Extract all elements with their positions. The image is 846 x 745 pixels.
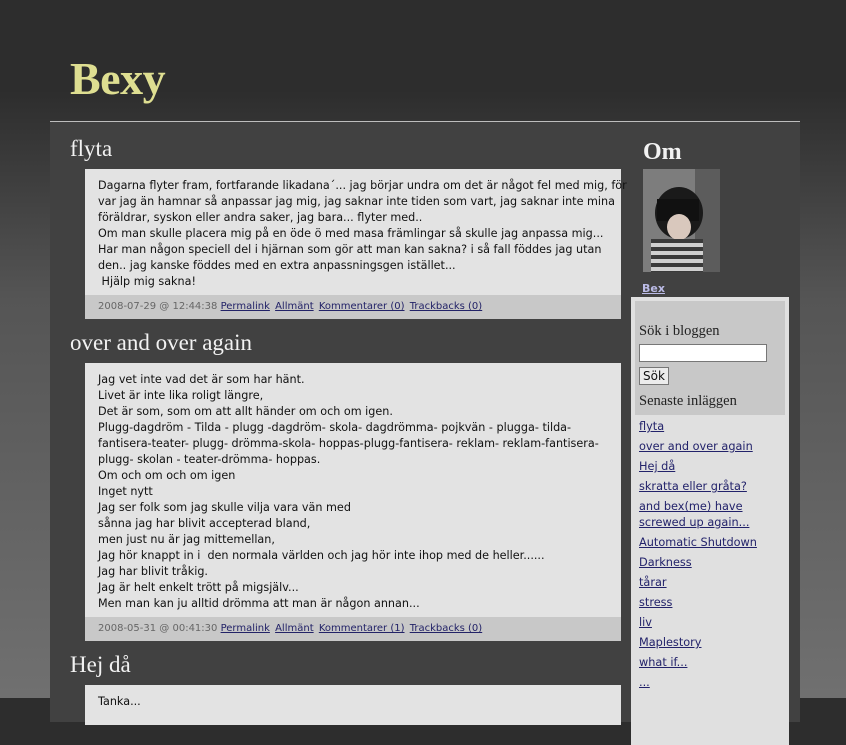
- trackbacks-link[interactable]: Trackbacks (0): [410, 301, 483, 312]
- post-body: Tanka...: [85, 685, 621, 715]
- recent-post-link[interactable]: Maplestory: [639, 636, 702, 649]
- trackbacks-link[interactable]: Trackbacks (0): [410, 623, 483, 634]
- recent-post-link[interactable]: Darkness: [639, 556, 692, 569]
- author-avatar: [643, 169, 720, 272]
- list-item: tårar: [639, 575, 781, 591]
- post-line: Jag har blivit tråkig.: [98, 565, 208, 578]
- post-meta: 2008-07-29 @ 12:44:38 Permalink Allmänt …: [85, 295, 621, 319]
- post-entry: Dagarna flyter fram, fortfarande likadan…: [85, 169, 627, 319]
- post-line: den.. jag kanske föddes med en extra anp…: [98, 259, 456, 272]
- post-line: men just nu är jag mittemellan,: [98, 533, 275, 546]
- category-link[interactable]: Allmänt: [275, 623, 314, 634]
- post-title[interactable]: flyta: [70, 136, 112, 162]
- recent-post-link[interactable]: flyta: [639, 420, 664, 433]
- recent-post-link[interactable]: stress: [639, 596, 672, 609]
- recent-post-link[interactable]: Hej då: [639, 460, 675, 473]
- comments-link[interactable]: Kommentarer (0): [319, 301, 405, 312]
- permalink-link[interactable]: Permalink: [221, 623, 270, 634]
- post-line: Har man någon speciell del i hjärnan som…: [98, 243, 602, 256]
- post-meta: 2008-05-31 @ 00:41:30 Permalink Allmänt …: [85, 617, 621, 641]
- post-line: Jag ser folk som jag skulle vilja vara v…: [98, 501, 351, 514]
- recent-posts-label: Senaste inläggen: [639, 393, 737, 409]
- post-title[interactable]: over and over again: [70, 330, 252, 356]
- recent-post-link[interactable]: Automatic Shutdown: [639, 536, 757, 549]
- post-line: plugg- skolan - teater-drömma- hoppas.: [98, 453, 321, 466]
- recent-post-link[interactable]: over and over again: [639, 440, 753, 453]
- list-item: liv: [639, 615, 781, 631]
- recent-post-link[interactable]: and bex(me) have screwed up again...: [639, 500, 749, 529]
- recent-post-link[interactable]: skratta eller gråta?: [639, 480, 747, 493]
- post-date: 2008-07-29 @ 12:44:38: [98, 301, 218, 312]
- list-item: over and over again: [639, 439, 781, 455]
- list-item: ...: [639, 675, 781, 691]
- recent-post-link[interactable]: ...: [639, 676, 650, 689]
- post-line: Livet är inte lika roligt längre,: [98, 389, 264, 402]
- post-body: Jag vet inte vad det är som har hänt. Li…: [85, 363, 621, 617]
- permalink-link[interactable]: Permalink: [221, 301, 270, 312]
- recent-post-link[interactable]: liv: [639, 616, 652, 629]
- comments-link[interactable]: Kommentarer (1): [319, 623, 405, 634]
- post-line: Dagarna flyter fram, fortfarande likadan…: [98, 179, 627, 192]
- list-item: Darkness: [639, 555, 781, 571]
- post-entry: Tanka...: [85, 685, 621, 725]
- post-line: sånna jag har blivit accepterad bland,: [98, 517, 311, 530]
- list-item: what if...: [639, 655, 781, 671]
- post-line: Jag är helt enkelt trött på migsjälv...: [98, 581, 299, 594]
- post-line: Jag hör knappt in i den normala världen …: [98, 549, 545, 562]
- recent-post-link[interactable]: tårar: [639, 576, 667, 589]
- list-item: and bex(me) have screwed up again...: [639, 499, 781, 531]
- category-link[interactable]: Allmänt: [275, 301, 314, 312]
- post-line: Plugg-dagdröm - Tilda - plugg -dagdröm- …: [98, 421, 572, 434]
- post-title[interactable]: Hej då: [70, 652, 131, 678]
- about-heading: Om: [643, 139, 682, 165]
- search-label: Sök i bloggen: [639, 323, 720, 339]
- sidebar-panel: Sök i bloggen Sök Senaste inläggen flyta…: [631, 297, 789, 745]
- list-item: Hej då: [639, 459, 781, 475]
- site-title[interactable]: Bexy: [70, 52, 166, 105]
- search-button[interactable]: Sök: [639, 367, 669, 385]
- recent-post-link[interactable]: what if...: [639, 656, 687, 669]
- recent-posts-list: flyta over and over again Hej då skratta…: [635, 415, 785, 691]
- search-input[interactable]: [639, 344, 767, 362]
- post-line: Men man kan ju alltid drömma att man är …: [98, 597, 420, 610]
- post-line: Tanka...: [98, 695, 141, 708]
- author-link[interactable]: Bex: [642, 282, 665, 295]
- post-line: Inget nytt: [98, 485, 153, 498]
- list-item: stress: [639, 595, 781, 611]
- list-item: Maplestory: [639, 635, 781, 651]
- post-line: Om man skulle placera mig på en öde ö me…: [98, 227, 604, 240]
- search-widget: Sök i bloggen Sök: [635, 301, 785, 393]
- post-line: Jag vet inte vad det är som har hänt.: [98, 373, 305, 386]
- post-entry: Jag vet inte vad det är som har hänt. Li…: [85, 363, 621, 641]
- recent-posts-header: Senaste inläggen: [635, 389, 785, 415]
- list-item: skratta eller gråta?: [639, 479, 781, 495]
- post-body: Dagarna flyter fram, fortfarande likadan…: [85, 169, 627, 295]
- post-line: Hjälp mig sakna!: [98, 275, 196, 288]
- post-line: Det är som, som om att allt händer om oc…: [98, 405, 393, 418]
- post-line: föräldrar, syskon eller andra saker, jag…: [98, 211, 423, 224]
- content-wrapper: flyta Dagarna flyter fram, fortfarande l…: [50, 121, 800, 745]
- list-item: flyta: [639, 419, 781, 435]
- post-date: 2008-05-31 @ 00:41:30: [98, 623, 218, 634]
- list-item: Automatic Shutdown: [639, 535, 781, 551]
- avatar-photo-icon: [643, 169, 720, 272]
- post-line: Om och om och om igen: [98, 469, 236, 482]
- post-line: var jag än hamnar så anpassar jag mig, j…: [98, 195, 615, 208]
- post-line: fantisera-teater- plugg- drömma-skola- h…: [98, 437, 599, 450]
